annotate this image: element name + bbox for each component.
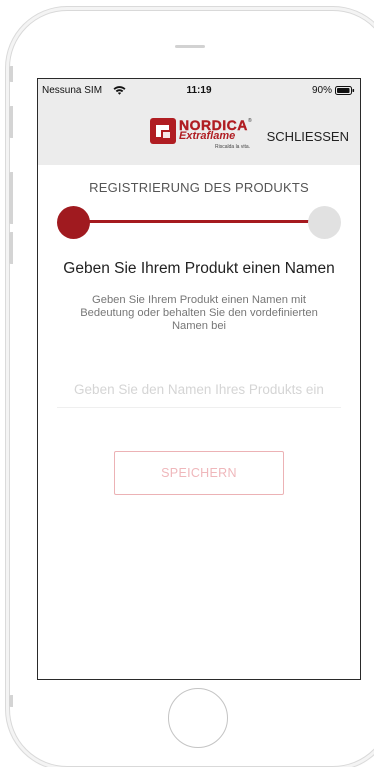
page-heading: Geben Sie Ihrem Produkt einen Namen [63,260,335,277]
battery-percentage: 90% [311,85,332,96]
home-button[interactable] [168,688,228,748]
progress-step-current [57,206,90,239]
battery-icon [335,86,355,95]
volume-down-button [9,172,13,224]
navigation-bar: NORDICA ® Extraflame Riscalda la vita. S… [38,102,360,165]
progress-step-next [308,206,341,239]
earpiece-speaker [175,45,205,48]
mute-switch [9,66,13,82]
close-button[interactable]: SCHLIESSEN [267,129,349,144]
side-button [9,232,13,264]
page-description: Geben Sie Ihrem Produkt einen Namen mit … [80,294,318,332]
side-button-lower [9,695,13,707]
product-name-input[interactable] [57,371,341,408]
progress-track [74,220,314,223]
logo-mark-icon [150,118,176,144]
step-title: REGISTRIERUNG DES PRODUKTS [89,180,309,195]
logo-registered-mark: ® [248,118,252,124]
volume-up-button [9,106,13,138]
logo-tagline: Riscalda la vita. [215,144,251,150]
save-button[interactable]: SPEICHERN [114,451,284,495]
app-screen: Nessuna SIM 11:19 90% NORDICA ® Extrafla… [37,78,361,680]
status-bar: Nessuna SIM 11:19 90% [38,79,360,102]
logo-brand-bottom: Extraflame [179,130,236,142]
